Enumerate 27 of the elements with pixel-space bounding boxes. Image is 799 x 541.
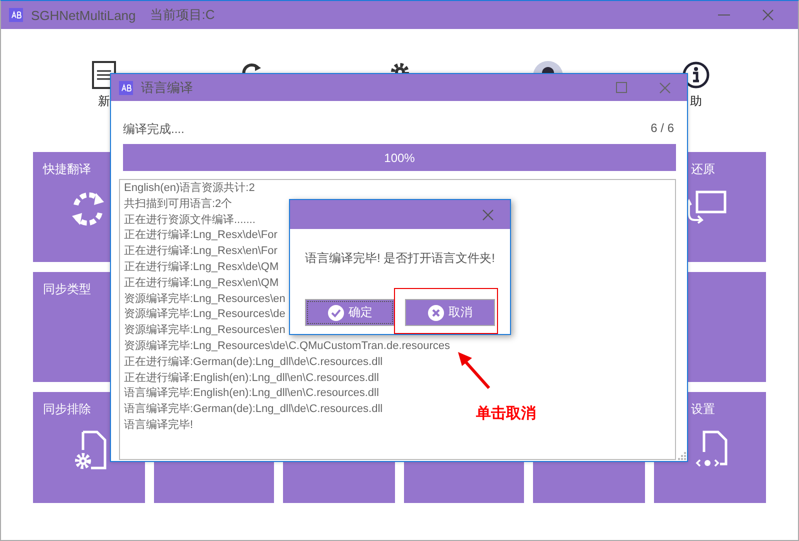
window-title: SGHNetMultiLang — [31, 8, 136, 22]
toolbar-label: 新 — [98, 93, 110, 110]
pointer-arrow — [456, 350, 492, 390]
app-icon — [119, 80, 133, 94]
sync-icon — [69, 190, 107, 228]
log-line: 正在进行编译:Lng_Resx\de\QM — [124, 260, 279, 275]
document-gear-icon — [73, 430, 107, 470]
tile-label: 快捷翻译 — [43, 161, 91, 178]
check-icon — [328, 304, 344, 320]
project-label: 当前项目:C — [150, 6, 215, 24]
progress-text: 100% — [383, 151, 416, 165]
dialog-title: 语言编译 — [141, 78, 193, 96]
toolbar-label: 助 — [690, 93, 702, 110]
close-icon — [428, 304, 444, 320]
app-icon — [9, 8, 23, 22]
ok-button[interactable]: 确定 — [305, 299, 395, 326]
info-icon[interactable] — [682, 61, 710, 89]
tile-label: 同步排除 — [43, 401, 91, 418]
tile-label: 还原 — [691, 161, 715, 178]
tile-label: 同步类型 — [43, 281, 91, 298]
status-text: 编译完成.... — [123, 121, 184, 138]
resize-grip-icon[interactable] — [678, 452, 686, 460]
progress-count: 6 / 6 — [650, 121, 674, 137]
tile-label: 设置 — [691, 401, 715, 418]
annotation-text: 单击取消 — [476, 404, 536, 423]
cancel-button[interactable]: 取消 — [405, 299, 495, 326]
message-text: 语言编译完毕! 是否打开语言文件夹! — [304, 250, 496, 267]
